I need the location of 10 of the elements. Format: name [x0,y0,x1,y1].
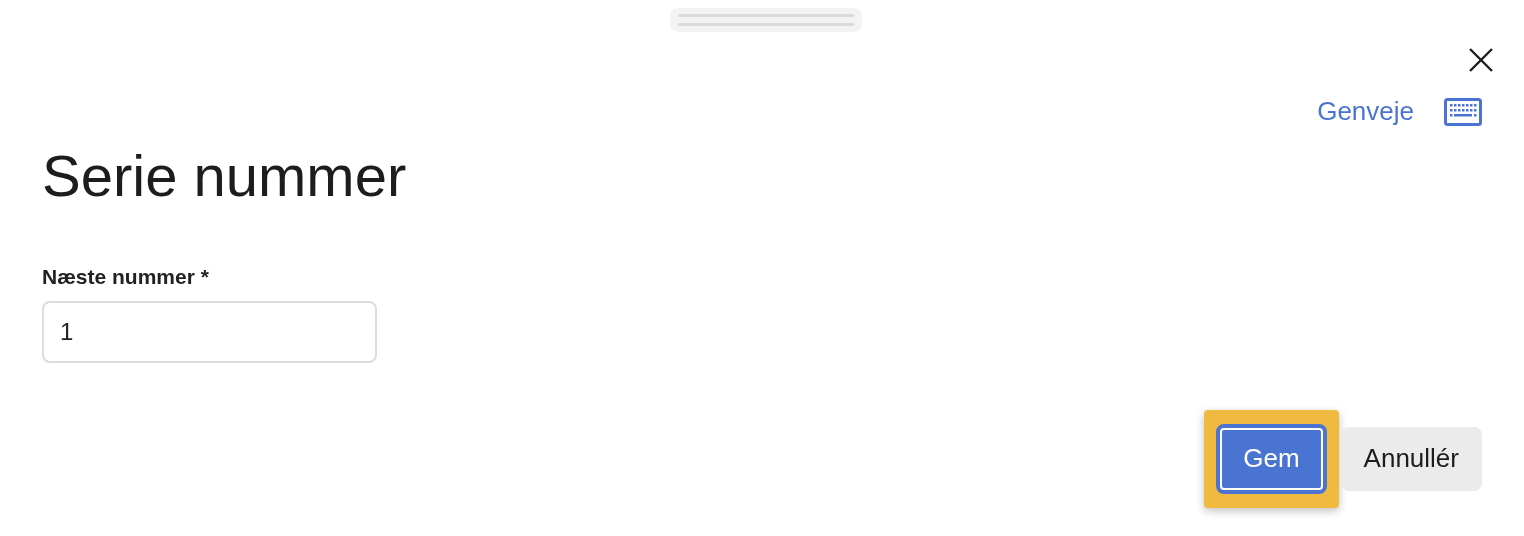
close-icon [1467,46,1495,74]
save-button[interactable]: Gem [1216,423,1327,494]
number-input[interactable]: 1 [42,300,377,363]
dialog-title: Serie nummer [42,142,408,210]
shortcuts-link[interactable]: Genveje [1317,96,1414,127]
field-label: Næste nummer * [42,264,210,289]
keyboard-icon[interactable] [1444,97,1482,126]
close-button[interactable] [1467,46,1495,74]
cancel-button[interactable]: Annullér [1340,426,1482,491]
drag-handle[interactable] [670,8,862,32]
